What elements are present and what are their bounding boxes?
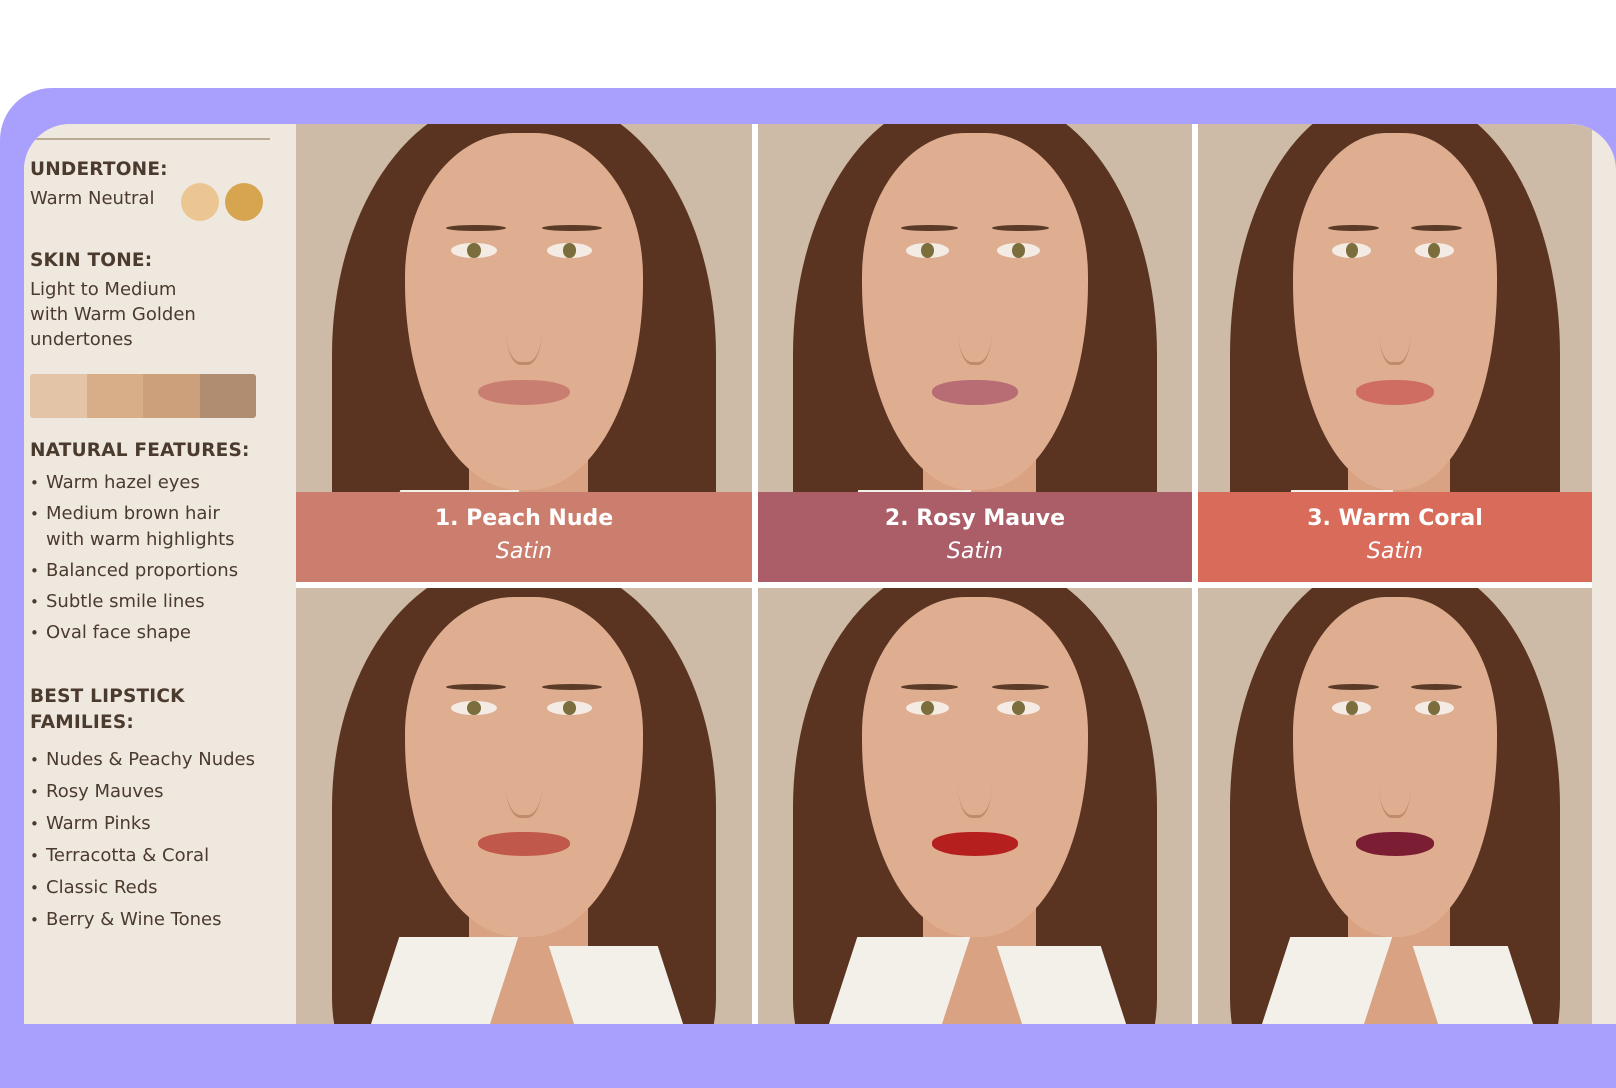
list-item: Nudes & Peachy Nudes: [30, 744, 255, 776]
undertone-swatch-light: [181, 183, 219, 221]
skin-tone-line: undertones: [30, 329, 133, 350]
skin-tone-swatch: [199, 374, 256, 418]
analysis-sidebar: UNDERTONE: Warm Neutral SKIN TONE: Light…: [24, 124, 294, 1024]
lipstick-card-peach-nude[interactable]: 1. Peach Nude Satin: [296, 124, 752, 582]
list-item: Oval face shape: [30, 620, 238, 646]
natural-features-heading: NATURAL FEATURES:: [30, 440, 250, 461]
undertone-value: Warm Neutral: [30, 188, 155, 209]
skin-tone-strip: [30, 374, 256, 418]
list-item: Warm hazel eyes: [30, 470, 238, 496]
lipstick-card-berry-wine[interactable]: [1198, 588, 1592, 1024]
shade-label: 3. Warm Coral Satin: [1198, 492, 1592, 582]
best-lipstick-list: Nudes & Peachy Nudes Rosy Mauves Warm Pi…: [30, 744, 255, 936]
list-item: Subtle smile lines: [30, 589, 238, 615]
divider: [32, 138, 270, 140]
best-lipstick-heading-2: FAMILIES:: [30, 712, 134, 733]
lipstick-card-classic-red[interactable]: [758, 588, 1192, 1024]
lipstick-card-terracotta[interactable]: [296, 588, 752, 1024]
shade-name: 2. Rosy Mauve: [884, 506, 1066, 531]
shade-finish: Satin: [946, 539, 1004, 564]
lips: [478, 832, 570, 856]
shade-finish: Satin: [1366, 539, 1424, 564]
list-item: Classic Reds: [30, 872, 255, 904]
list-item: Warm Pinks: [30, 808, 255, 840]
shade-label: 1. Peach Nude Satin: [296, 492, 752, 582]
undertone-swatch-golden: [225, 183, 263, 221]
skin-tone-line: with Warm Golden: [30, 304, 196, 325]
lips: [478, 380, 570, 406]
list-item: Medium brown hairwith warm highlights: [30, 501, 238, 553]
lipstick-card-rosy-mauve[interactable]: 2. Rosy Mauve Satin: [758, 124, 1192, 582]
lips: [1355, 832, 1435, 856]
lipstick-grid: 1. Peach Nude Satin 2. Rosy Mauve Satin: [296, 124, 1592, 1024]
list-item: Balanced proportions: [30, 558, 238, 584]
best-lipstick-heading: BEST LIPSTICK: [30, 686, 185, 707]
shade-finish: Satin: [495, 539, 553, 564]
list-item: Terracotta & Coral: [30, 840, 255, 872]
shade-name: 1. Peach Nude: [434, 506, 614, 531]
shade-name: 3. Warm Coral: [1307, 506, 1483, 531]
natural-features-list: Warm hazel eyes Medium brown hairwith wa…: [30, 470, 238, 646]
list-item: Rosy Mauves: [30, 776, 255, 808]
portrait-photo: [758, 588, 1192, 1024]
skin-tone-line: Light to Medium: [30, 279, 177, 300]
skin-tone-swatch: [86, 374, 143, 418]
content-panel: UNDERTONE: Warm Neutral SKIN TONE: Light…: [24, 124, 1616, 1024]
lips: [931, 832, 1019, 856]
skin-tone-swatch: [30, 374, 87, 418]
portrait-photo: [296, 588, 752, 1024]
lipstick-card-warm-coral[interactable]: 3. Warm Coral Satin: [1198, 124, 1592, 582]
undertone-heading: UNDERTONE:: [30, 159, 168, 180]
portrait-photo: [1198, 588, 1592, 1024]
skin-tone-heading: SKIN TONE:: [30, 250, 153, 271]
shade-label: 2. Rosy Mauve Satin: [758, 492, 1192, 582]
list-item: Berry & Wine Tones: [30, 904, 255, 936]
skin-tone-swatch: [143, 374, 200, 418]
